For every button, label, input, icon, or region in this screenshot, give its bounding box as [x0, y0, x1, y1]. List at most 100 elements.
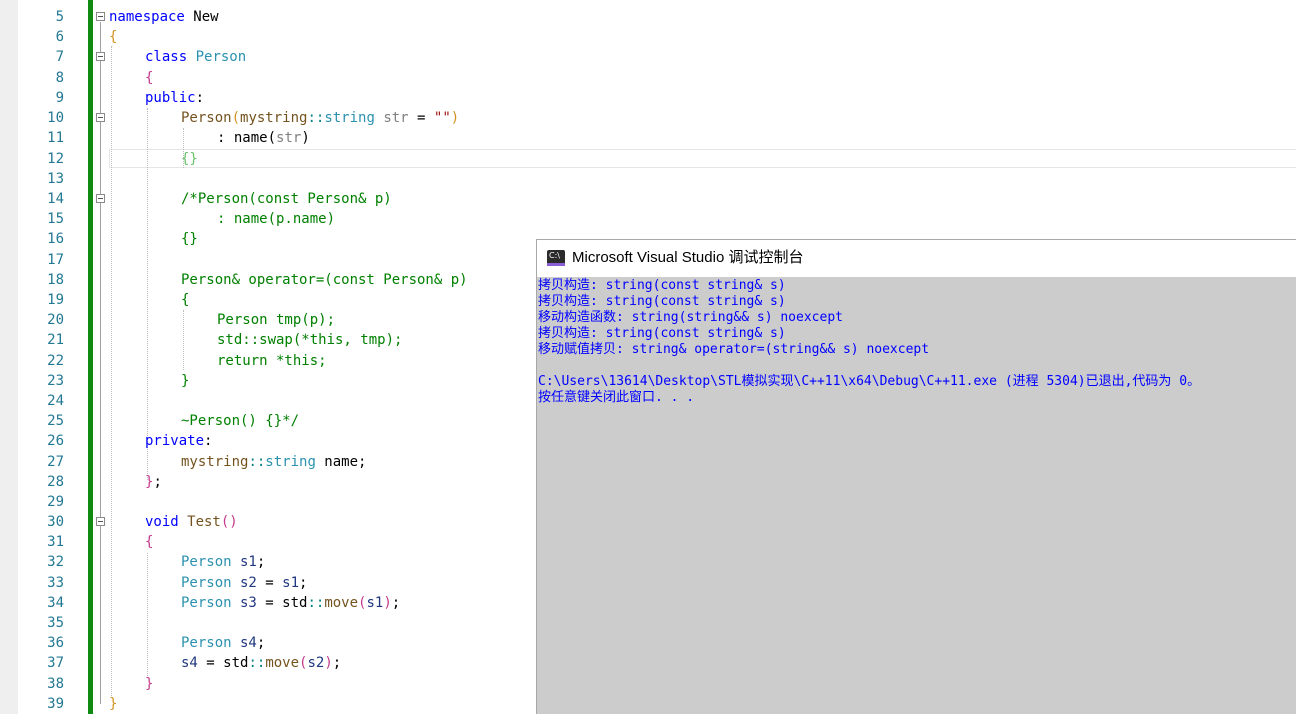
- code-line-22: return *this;: [217, 353, 327, 369]
- variable: s2: [231, 575, 257, 591]
- line-number: 20: [47, 312, 64, 328]
- namespace-name: std: [282, 595, 308, 611]
- line-number: 30: [47, 514, 64, 530]
- line-number: 15: [47, 211, 64, 227]
- paren: (): [220, 514, 238, 530]
- parameter: str: [374, 110, 409, 126]
- console-titlebar[interactable]: C:\ Microsoft Visual Studio 调试控制台: [537, 240, 1296, 277]
- code-line-15: : name(p.name): [217, 211, 336, 227]
- paren: ): [301, 130, 310, 146]
- paren: ): [324, 655, 333, 671]
- line-number: 16: [47, 231, 64, 247]
- paren: ): [383, 595, 392, 611]
- scope-operator: ::: [307, 595, 325, 611]
- variable: s1: [231, 554, 257, 570]
- line-number: 39: [47, 696, 64, 712]
- brace: }: [109, 696, 118, 712]
- code-line-16: {}: [181, 231, 198, 247]
- line-number: 24: [47, 393, 64, 409]
- code-line-37: s4 = std::move(s2);: [181, 653, 341, 673]
- code-line-28: };: [145, 472, 162, 492]
- brace: {: [145, 70, 154, 86]
- code-line-39: }: [109, 694, 117, 714]
- punctuation: :: [204, 433, 213, 449]
- scope-operator: ::: [248, 655, 266, 671]
- indent-guide: [147, 553, 148, 678]
- collapse-icon[interactable]: [96, 517, 105, 526]
- indent-guide: [183, 310, 184, 370]
- code-line-25: ~Person() {}*/: [181, 413, 300, 429]
- console-output[interactable]: 拷贝构造: string(const string& s) 拷贝构造: stri…: [538, 278, 1296, 714]
- code-line-7: class Person: [145, 47, 246, 67]
- line-number: 38: [47, 676, 64, 692]
- code-line-14: /*Person(const Person& p): [181, 191, 392, 207]
- brace: {}: [181, 151, 198, 167]
- line-number: 18: [47, 272, 64, 288]
- identifier: New: [184, 9, 219, 25]
- punctuation: ;: [332, 655, 342, 671]
- punctuation: ;: [256, 635, 266, 651]
- code-line-23: }: [181, 373, 190, 389]
- code-line-27: mystring::string name;: [181, 452, 366, 472]
- keyword: void: [145, 514, 179, 530]
- keyword: public: [145, 90, 196, 106]
- operator: =: [197, 655, 224, 671]
- variable: s2: [307, 655, 325, 671]
- console-output-line: 拷贝构造: string(const string& s): [538, 294, 786, 309]
- brace: {: [145, 534, 154, 550]
- identifier: name;: [315, 454, 367, 470]
- type-name: string: [324, 110, 375, 126]
- collapse-icon[interactable]: [96, 113, 105, 122]
- collapse-icon[interactable]: [96, 52, 105, 61]
- line-number: 8: [55, 70, 64, 86]
- type-name: Person: [195, 49, 247, 65]
- line-number: 35: [47, 615, 64, 631]
- code-line-11: : name(str): [217, 128, 310, 148]
- code-line-5: namespace New: [109, 7, 219, 27]
- variable: s3: [231, 595, 257, 611]
- line-number: 32: [47, 554, 64, 570]
- variable: s4: [181, 655, 198, 671]
- code-line-10: Person(mystring::string str = ""): [181, 108, 459, 128]
- scope-operator: ::: [248, 454, 266, 470]
- keyword: private: [145, 433, 205, 449]
- variable: s1: [366, 595, 384, 611]
- console-output-line: 移动构造函数: string(string&& s) noexcept: [538, 310, 843, 325]
- line-number: 23: [47, 373, 64, 389]
- debug-console-window[interactable]: C:\ Microsoft Visual Studio 调试控制台 拷贝构造: …: [536, 239, 1296, 714]
- function-name: move: [324, 595, 359, 611]
- line-number: 25: [47, 413, 64, 429]
- console-icon-accent: [547, 263, 565, 266]
- code-line-31: {: [145, 532, 153, 552]
- punctuation: ;: [299, 575, 308, 591]
- code-line-12: {}: [181, 149, 198, 169]
- initializer: : name(: [217, 130, 277, 146]
- operator: =: [256, 595, 283, 611]
- keyword: class: [145, 49, 188, 65]
- parameter: str: [276, 130, 302, 146]
- line-number: 14: [47, 191, 64, 207]
- type-name: Person: [181, 575, 232, 591]
- function-name: move: [265, 655, 300, 671]
- code-line-9: public:: [145, 88, 204, 108]
- collapse-icon[interactable]: [96, 194, 105, 203]
- namespace-name: mystring: [181, 454, 249, 470]
- line-number: 19: [47, 292, 64, 308]
- code-line-34: Person s3 = std::move(s1);: [181, 593, 400, 613]
- punctuation: :: [195, 90, 205, 106]
- line-number: 11: [47, 130, 64, 146]
- code-line-19: {: [181, 292, 190, 308]
- console-output-line: 拷贝构造: string(const string& s): [538, 326, 786, 341]
- collapse-icon[interactable]: [96, 12, 105, 21]
- function-name: Person: [181, 110, 232, 126]
- line-number: 9: [55, 90, 64, 106]
- console-window-title: Microsoft Visual Studio 调试控制台: [572, 249, 804, 266]
- code-line-18: Person& operator=(const Person& p): [181, 272, 468, 288]
- type-name: Person: [181, 554, 232, 570]
- code-line-6: {: [109, 27, 117, 47]
- indent-guide: [147, 108, 148, 480]
- code-line-21: std::swap(*this, tmp);: [217, 332, 403, 348]
- keyword: namespace: [109, 9, 185, 25]
- type-name: string: [265, 454, 316, 470]
- brace: }: [145, 676, 154, 692]
